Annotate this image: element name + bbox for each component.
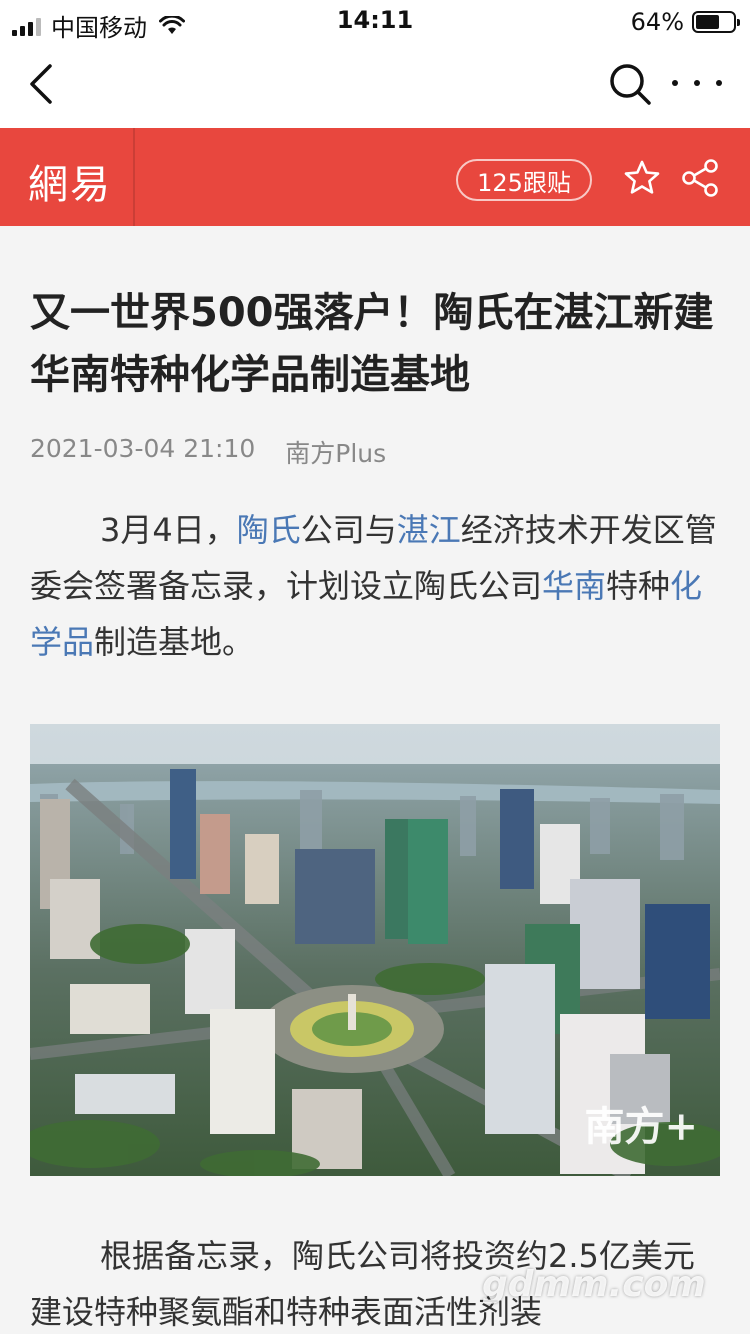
keyword-link-zhanjiang[interactable]: 湛江 — [397, 511, 461, 549]
search-icon[interactable] — [606, 60, 654, 108]
article-date: 2021-03-04 21:10 — [30, 434, 256, 463]
netease-logo[interactable]: 網易 — [28, 152, 112, 210]
photo-watermark: 南方+ — [584, 1103, 698, 1150]
star-icon[interactable] — [622, 158, 662, 198]
back-arrow-icon[interactable] — [24, 62, 64, 106]
para-text: 制造基地。 — [94, 623, 255, 661]
browser-nav-bar — [0, 40, 750, 128]
site-header: 網易 125跟贴 — [0, 128, 750, 226]
status-right: 64% — [630, 8, 740, 36]
status-bar: 中国移动 14:11 64% — [0, 0, 750, 42]
article-paragraph: 3月4日，陶氏公司与湛江经济技术开发区管委会签署备忘录，计划设立陶氏公司华南特种… — [30, 502, 720, 670]
para-text: 公司与 — [300, 511, 397, 549]
article-meta: 2021-03-04 21:10 南方Plus — [30, 434, 386, 470]
keyword-link-huanan[interactable]: 华南 — [542, 567, 606, 605]
share-icon[interactable] — [680, 158, 720, 198]
article-source[interactable]: 南方Plus — [285, 434, 386, 470]
article-title: 又一世界500强落户！陶氏在湛江新建华南特种化学品制造基地 — [30, 290, 714, 398]
more-icon[interactable] — [672, 70, 722, 96]
header-divider — [133, 128, 135, 226]
para-text: 3月4日， — [100, 511, 237, 549]
para-text: 特种 — [606, 567, 671, 605]
article-content: 又一世界500强落户！陶氏在湛江新建华南特种化学品制造基地 2021-03-04… — [0, 226, 750, 1334]
article-photo[interactable]: 南方+ — [30, 724, 720, 1176]
site-watermark: gdmm.com — [482, 1264, 706, 1305]
battery-icon — [692, 11, 740, 33]
comments-button[interactable]: 125跟贴 — [456, 159, 592, 201]
keyword-link-dow[interactable]: 陶氏 — [237, 511, 301, 549]
battery-percent: 64% — [630, 8, 684, 36]
